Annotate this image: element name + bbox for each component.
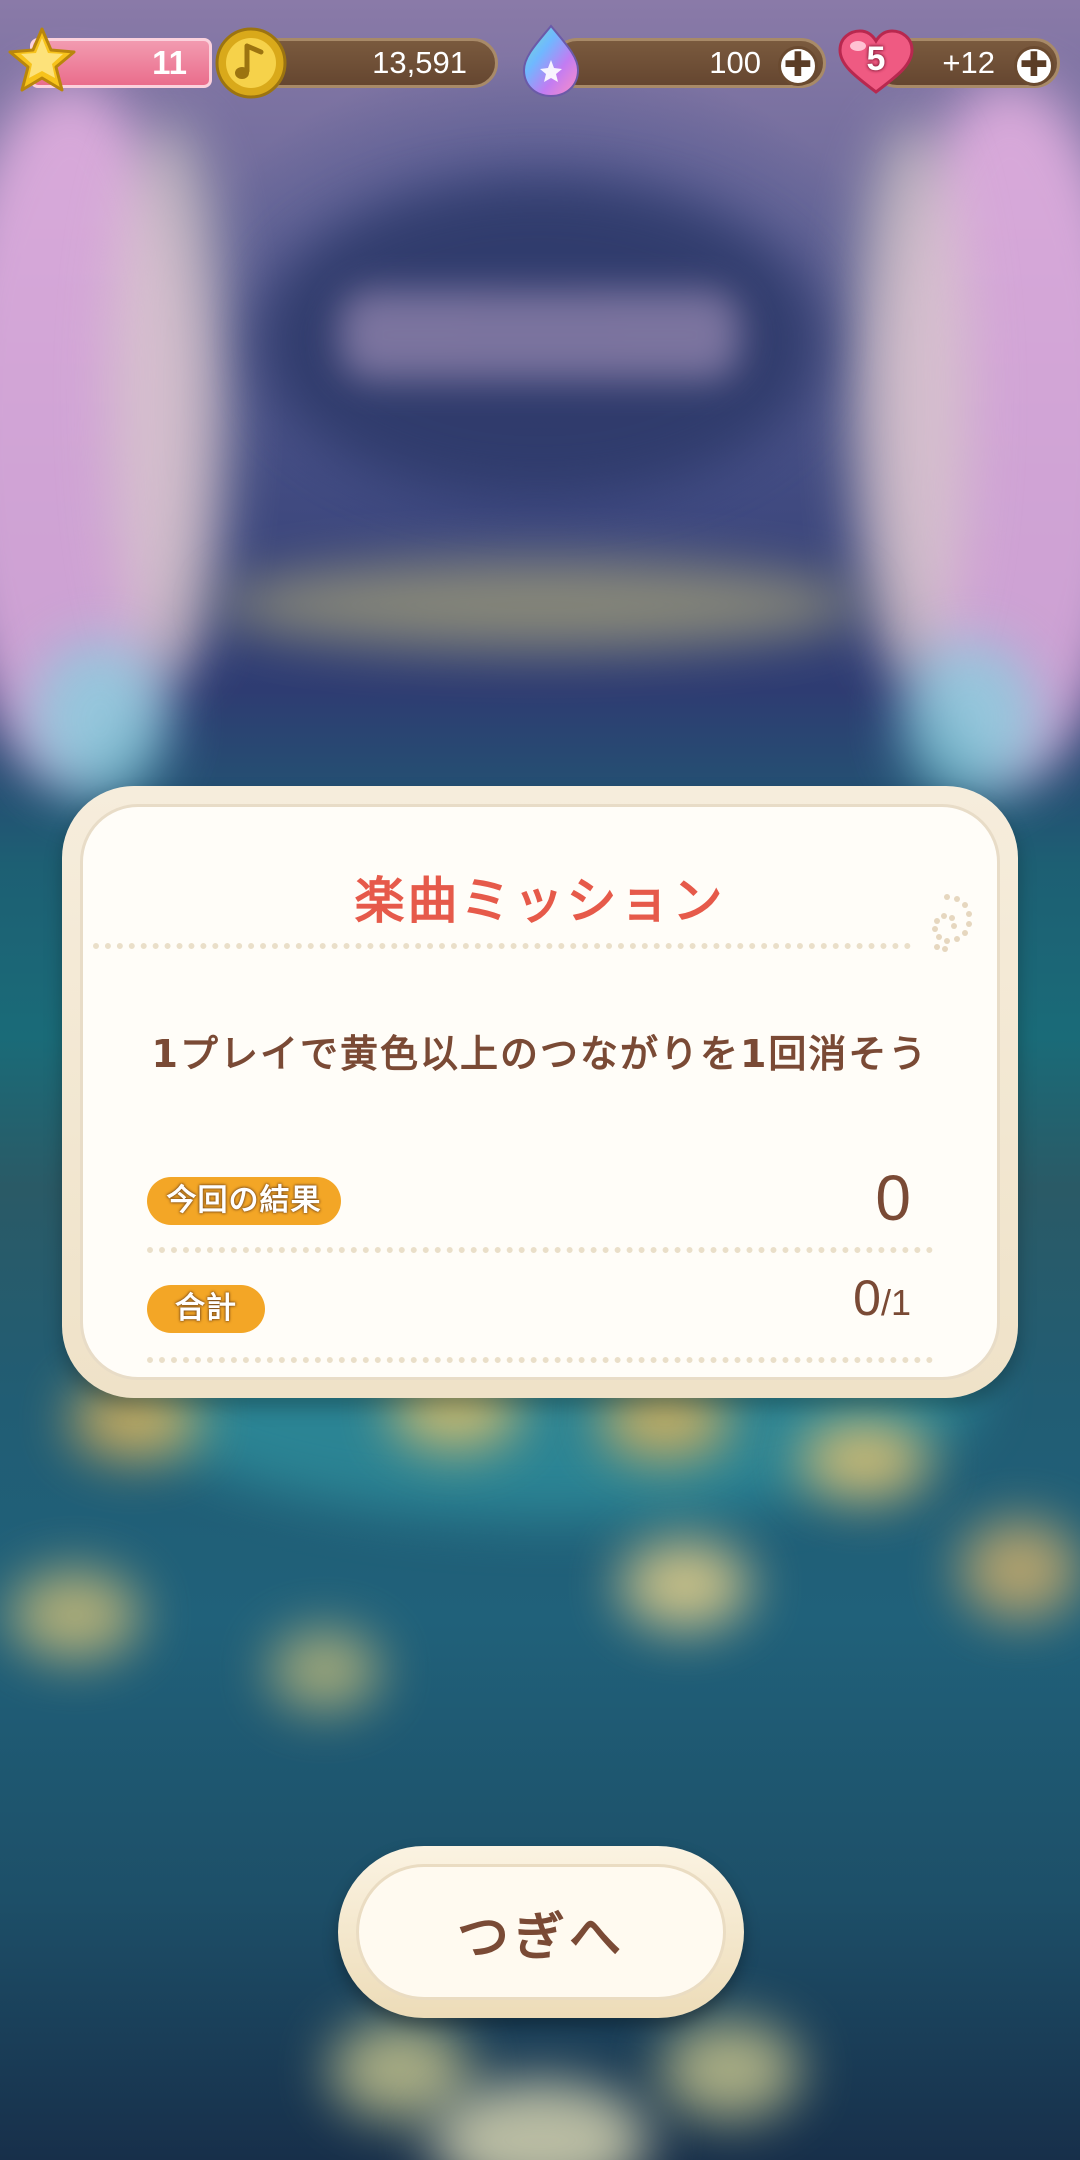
coin-value: 13,591 <box>372 45 467 80</box>
status-bar: 11 13,591 100 ✚ +12 5 ✚ <box>0 24 1080 100</box>
add-gems-button[interactable]: ✚ <box>778 46 818 86</box>
result-label: 今回の結果 <box>147 1177 341 1225</box>
rainbow-gem-icon <box>522 24 580 98</box>
total-max: 1 <box>890 1282 911 1323</box>
mission-dialog: 楽曲ミッション 1プレイで黄色以上のつながりを1回消そう 今回の結果 0 合計 … <box>62 786 1018 1398</box>
lives-count: 5 <box>866 40 886 78</box>
level-value: 11 <box>152 44 187 81</box>
dialog-panel: 楽曲ミッション 1プレイで黄色以上のつながりを1回消そう 今回の結果 0 合計 … <box>80 804 1000 1380</box>
next-button-face: つぎへ <box>356 1864 726 2000</box>
plus-icon: ✚ <box>1019 45 1049 85</box>
star-icon <box>8 27 76 92</box>
mission-description: 1プレイで黄色以上のつながりを1回消そう <box>151 1032 929 1076</box>
total-label: 合計 <box>147 1285 265 1333</box>
add-lives-button[interactable]: ✚ <box>1014 46 1054 86</box>
gem-value: 100 <box>709 45 761 80</box>
plus-icon: ✚ <box>783 45 813 85</box>
total-value: 0 <box>853 1270 881 1326</box>
title-divider <box>93 943 911 949</box>
total-divider <box>147 1357 933 1363</box>
total-separator: / <box>880 1282 891 1323</box>
music-coin-icon <box>215 27 287 99</box>
result-divider <box>147 1247 933 1253</box>
swirl-icon <box>932 894 972 952</box>
next-button[interactable]: つぎへ <box>338 1846 744 2018</box>
result-value: 0 <box>875 1162 911 1234</box>
heart-icon: 5 <box>836 28 916 96</box>
total-progress: 0/1 <box>853 1269 911 1327</box>
next-button-label: つぎへ <box>456 1907 625 1968</box>
lives-bonus-value: +12 <box>942 45 995 80</box>
dialog-title: 楽曲ミッション <box>354 872 726 930</box>
